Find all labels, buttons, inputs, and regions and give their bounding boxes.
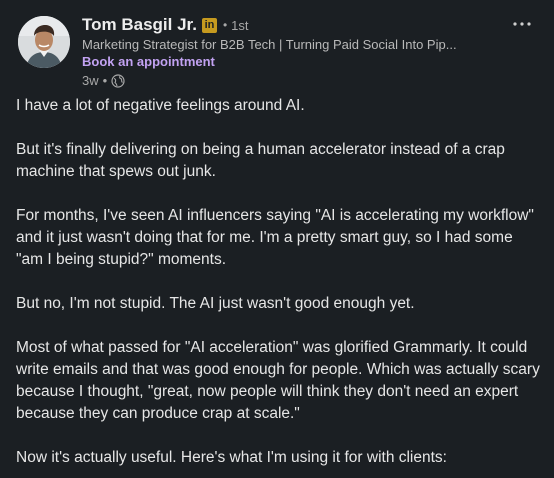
more-options-button[interactable] <box>508 14 536 34</box>
post-paragraph: For months, I've seen AI influencers say… <box>16 207 534 268</box>
author-name[interactable]: Tom Basgil Jr. <box>82 15 197 35</box>
post-body: I have a lot of negative feelings around… <box>16 95 540 478</box>
author-meta: Tom Basgil Jr. in • 1st Marketing Strate… <box>82 14 496 88</box>
author-headline: Marketing Strategist for B2B Tech | Turn… <box>82 37 457 52</box>
post-paragraph: But no, I'm not stupid. The AI just wasn… <box>16 295 415 312</box>
more-options-icon <box>513 22 531 26</box>
post-paragraph: Most of what passed for "AI acceleration… <box>16 339 540 422</box>
avatar[interactable] <box>18 16 70 68</box>
post-paragraph: I have a lot of negative feelings around… <box>16 97 305 114</box>
post-paragraph: Now it's actually useful. Here's what I'… <box>16 449 447 466</box>
feed-post: Tom Basgil Jr. in • 1st Marketing Strate… <box>0 0 554 478</box>
connection-degree: 1st <box>231 17 249 33</box>
separator-dot: • <box>222 18 228 32</box>
globe-icon <box>111 73 125 88</box>
avatar-image <box>18 16 70 68</box>
post-header: Tom Basgil Jr. in • 1st Marketing Strate… <box>18 14 536 94</box>
author-name-row: Tom Basgil Jr. in • 1st <box>82 14 496 36</box>
book-appointment-link[interactable]: Book an appointment <box>82 54 215 69</box>
post-paragraph: But it's finally delivering on being a h… <box>16 141 505 180</box>
post-time: 3w <box>82 73 99 88</box>
time-separator: • <box>102 73 108 88</box>
linkedin-premium-icon: in <box>201 17 217 33</box>
post-time-row: 3w • <box>82 73 496 88</box>
